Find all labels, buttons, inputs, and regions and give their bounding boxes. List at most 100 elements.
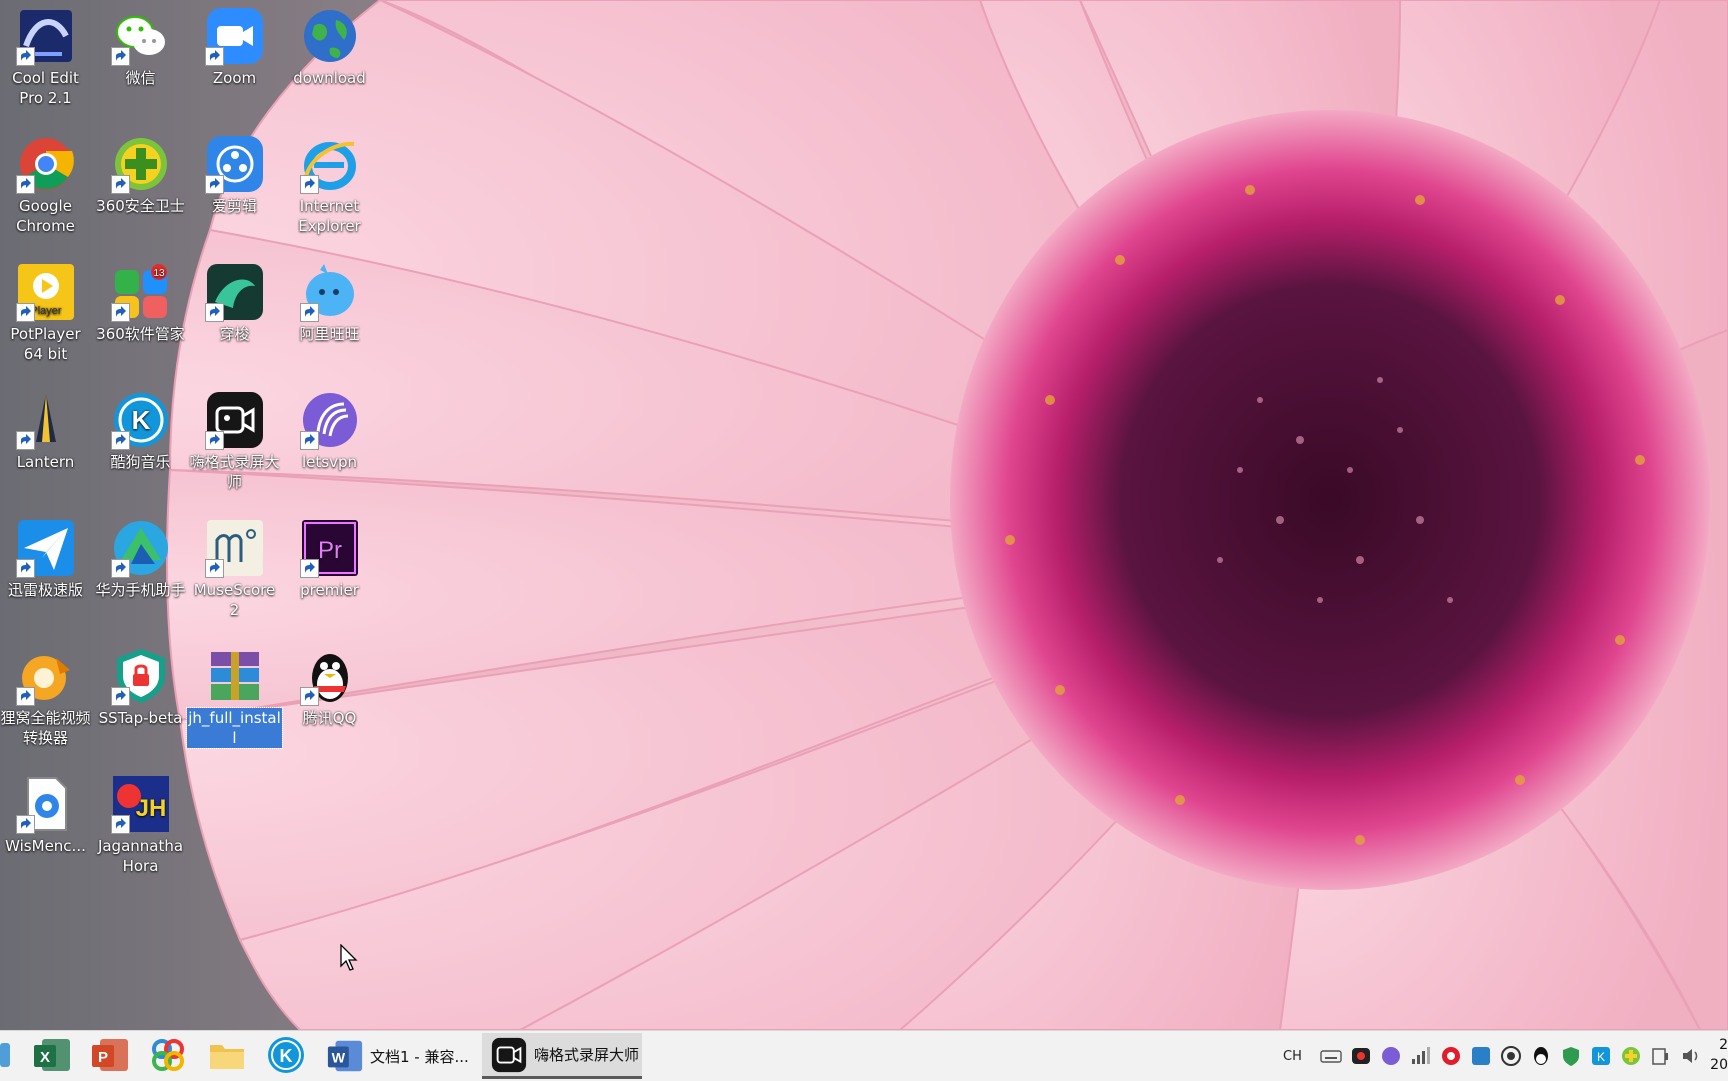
shortcut-arrow-icon [204,47,224,66]
svg-text:K: K [280,1046,293,1066]
clock-date: 20 [1710,1057,1728,1073]
shortcut-arrow-icon [110,687,130,706]
shortcut-arrow-icon [299,431,319,450]
taskbar-left-edge-icon[interactable] [0,1035,14,1077]
desktop-icon[interactable]: Google Chrome [0,128,93,236]
svg-text:K: K [131,405,150,435]
desktop-icon-label: Google Chrome [16,197,75,235]
powerpoint-icon[interactable]: P [90,1035,130,1077]
shortcut-arrow-icon [299,687,319,706]
letsvpn-tray-icon[interactable] [1380,1045,1402,1067]
desktop-icon[interactable]: Pr premier [282,512,377,600]
desktop[interactable]: Cool Edit Pro 2.1 微信 Zoom download Google Ch… [0,0,1728,1030]
kugou-icon[interactable]: K [266,1035,306,1077]
desktop-icon[interactable]: 嗨格式录屏大师 [187,384,282,492]
svg-text:JH: JH [135,795,166,822]
desktop-icon[interactable]: SSTap-beta [93,640,188,728]
signal-icon[interactable] [1410,1045,1432,1067]
desktop-icon-label: 微信 [125,69,156,87]
taskbar-clock[interactable]: 2 20 [1710,1035,1728,1075]
desktop-icon[interactable]: Lantern [0,384,93,472]
shortcut-arrow-icon [15,175,35,194]
shield-tray-icon[interactable] [1560,1045,1582,1067]
shortcut-arrow-icon [15,303,35,322]
desktop-icon[interactable]: Internet Explorer [282,128,377,236]
svg-text:K: K [1597,1050,1605,1064]
taskbar-window-button[interactable]: 嗨格式录屏大师 [482,1033,642,1079]
photos-icon[interactable] [148,1035,188,1077]
beats-icon[interactable] [1440,1045,1462,1067]
shortcut-arrow-icon [110,175,130,194]
desktop-icon[interactable]: jh_full_install [186,640,283,749]
desktop-icon-label: 腾讯QQ [302,709,357,727]
app-tray-icon[interactable] [1470,1045,1492,1067]
desktop-icon-label: Cool Edit Pro 2.1 [12,69,79,107]
desktop-icon-label: PotPlayer 64 bit [10,325,81,363]
desktop-icon[interactable]: letsvpn [282,384,377,472]
shortcut-arrow-icon [204,431,224,450]
desktop-icon[interactable]: 迅雷极速版 [0,512,93,600]
360-tray-icon[interactable] [1620,1045,1642,1067]
volume-icon[interactable] [1680,1045,1702,1067]
shortcut-arrow-icon [15,687,35,706]
battery-icon[interactable] [1650,1045,1672,1067]
shortcut-arrow-icon [204,175,224,194]
desktop-icon[interactable]: Player PotPlayer 64 bit [0,256,93,364]
desktop-icon-label: WisMenc... [5,837,86,855]
language-indicator[interactable]: CH [1283,1049,1302,1064]
desktop-icon[interactable]: download [282,0,377,88]
zoom-icon [204,6,265,66]
desktop-icon[interactable]: WisMenc... [0,768,93,856]
desktop-icon-label: 迅雷极速版 [7,581,83,599]
taskbar-window-label: 嗨格式录屏大师 [534,1046,640,1064]
desktop-icon[interactable]: 360安全卫士 [93,128,188,216]
desktop-icon-label: jh_full_install [186,707,283,749]
desktop-icon[interactable]: 狸窝全能视频转换器 [0,640,93,748]
shortcut-arrow-icon [15,47,35,66]
desktop-icon[interactable]: 腾讯QQ [282,640,377,728]
film-reel-icon [204,134,265,194]
excel-icon[interactable]: X [32,1035,72,1077]
internet-explorer-icon [299,134,360,194]
desktop-icon[interactable]: Zoom [187,0,282,88]
sstap-shield-icon [110,646,171,706]
desktop-icon-label: 爱剪辑 [211,197,257,215]
desktop-icon[interactable]: MuseScore 2 [187,512,282,620]
desktop-icon[interactable]: 爱剪辑 [187,128,282,216]
svg-text:P: P [98,1049,108,1066]
kugou-icon: K [110,390,171,450]
shortcut-arrow-icon [15,815,35,834]
taskbar: X P K W 文档1 - 兼容... 嗨格式录屏大师 CH K 2 20 [0,1030,1728,1081]
svg-text:Pr: Pr [318,537,342,564]
desktop-icon-label: 阿里旺旺 [299,325,360,343]
folder-icon[interactable] [207,1035,247,1077]
video-converter-icon [15,646,76,706]
recorder-tray-icon[interactable] [1350,1045,1372,1067]
clock-time: 2 [1719,1037,1728,1053]
shortcut-arrow-icon [204,303,224,322]
desktop-icon[interactable]: 华为手机助手 [93,512,188,600]
desktop-icon[interactable]: 13 360软件管家 [93,256,188,344]
musescore-icon [204,518,265,578]
desktop-icon[interactable]: 微信 [93,0,188,88]
desktop-icon[interactable]: K 酷狗音乐 [93,384,188,472]
screen-recorder-icon [204,390,265,450]
desktop-icon[interactable]: Cool Edit Pro 2.1 [0,0,93,108]
taskbar-window-button[interactable]: W 文档1 - 兼容... [318,1033,478,1079]
kugou-tray-icon[interactable]: K [1590,1045,1612,1067]
desktop-icon[interactable]: 穿梭 [187,256,282,344]
svg-text:13: 13 [153,268,165,279]
shortcut-arrow-icon [299,559,319,578]
document-gear-icon [15,774,76,834]
shortcut-arrow-icon [15,559,35,578]
word-icon: W [327,1040,363,1072]
keyboard-icon[interactable] [1320,1045,1342,1067]
desktop-icon[interactable]: 阿里旺旺 [282,256,377,344]
desktop-icon[interactable]: JH Jagannatha Hora [93,768,188,876]
desktop-icon-label: download [293,69,366,87]
shortcut-arrow-icon [110,431,130,450]
desktop-icon-label: Lantern [16,453,75,471]
desktop-icon-label: MuseScore 2 [193,581,276,619]
network-tray-icon[interactable] [1500,1045,1522,1067]
qq-tray-icon[interactable] [1530,1045,1552,1067]
